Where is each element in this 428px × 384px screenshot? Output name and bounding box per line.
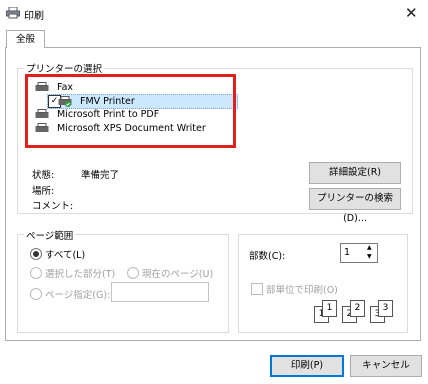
window-title: 印刷 [24,11,44,22]
radio-pages-label: ページ指定(G): [45,290,111,301]
print-button[interactable]: 印刷(P) [270,355,344,377]
status-label: 状態: [32,170,55,181]
printer-icon [6,7,20,19]
printer-select-label: プリンターの選択 [24,61,105,75]
close-icon[interactable]: ✕ [405,4,418,22]
spin-down-icon[interactable]: ▼ [367,253,372,260]
radio-all-label: すべて(L) [45,250,86,261]
radio-selection-label: 選択した部分(T) [45,269,116,280]
find-printer-button[interactable]: プリンターの検索(D)... [309,188,401,224]
copies-value: 1 [344,247,351,258]
status-value: 準備完了 [81,170,120,181]
collate-page: 3 [378,300,393,317]
copies-stepper[interactable]: 1 ▲ ▼ [340,243,378,263]
radio-current-page[interactable] [127,267,139,279]
highlight-box [25,74,236,148]
comment-label: コメント: [32,201,74,212]
title-bar: 印刷 ✕ [0,0,428,28]
collate-label: 部単位で印刷(O) [266,285,338,296]
pages-input[interactable] [111,282,209,302]
collate-page: 1 [322,300,337,317]
advanced-settings-button[interactable]: 詳細設定(R) [309,162,401,184]
page-range-label: ページ範囲 [24,228,76,242]
copies-label: 部数(C): [249,251,286,262]
radio-pages[interactable] [30,288,42,300]
radio-selection[interactable] [30,267,42,279]
collate-checkbox[interactable] [251,283,263,295]
radio-current-page-label: 現在のページ(U) [142,269,214,280]
location-label: 場所: [32,186,55,197]
radio-all[interactable] [30,248,42,260]
collate-page: 2 [350,300,365,317]
spin-up-icon[interactable]: ▲ [367,244,372,251]
tab-general[interactable]: 全般 [6,30,45,48]
cancel-button[interactable]: キャンセル [350,355,422,377]
collate-illustration: 1 1 2 2 3 3 [314,300,404,324]
